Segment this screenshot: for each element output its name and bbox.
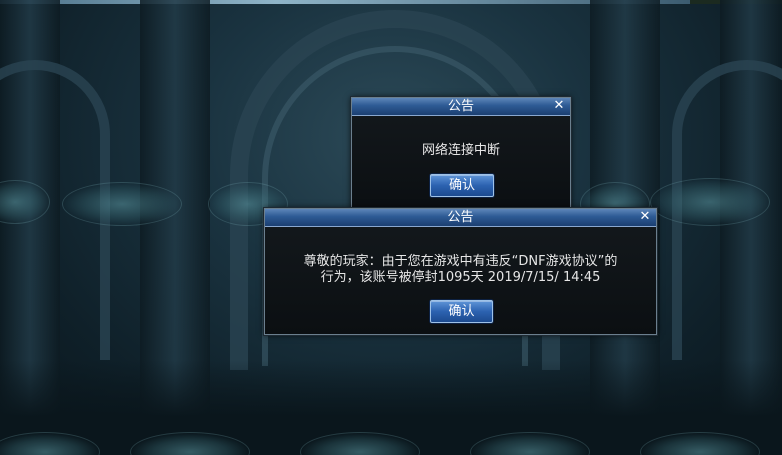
close-icon[interactable]: ✕ — [638, 210, 652, 224]
close-icon[interactable]: ✕ — [552, 99, 566, 113]
dialog-message-line-1: 尊敬的玩家：由于您在游戏中有违反“DNF游戏协议”的 — [303, 254, 618, 269]
notice-dialog-network: 公告 ✕ 网络连接中断 确认 — [351, 97, 571, 209]
top-strip — [0, 0, 690, 4]
floor-rune — [62, 182, 182, 226]
dialog-title-bar: 公告 — [265, 209, 656, 227]
dialog-title: 公告 — [447, 210, 474, 225]
notice-dialog-ban: 公告 ✕ 尊敬的玩家：由于您在游戏中有违反“DNF游戏协议”的 行为，该账号被停… — [264, 208, 657, 335]
confirm-button[interactable]: 确认 — [430, 174, 494, 197]
dialog-title-bar: 公告 — [352, 98, 570, 116]
floor-rune — [650, 178, 770, 226]
dialog-message-line-2: 行为，该账号被停封1095天 2019/7/15/ 14:45 — [320, 270, 601, 285]
dialog-message: 网络连接中断 — [421, 143, 500, 158]
dialog-title: 公告 — [447, 99, 474, 114]
confirm-button[interactable]: 确认 — [430, 300, 493, 323]
